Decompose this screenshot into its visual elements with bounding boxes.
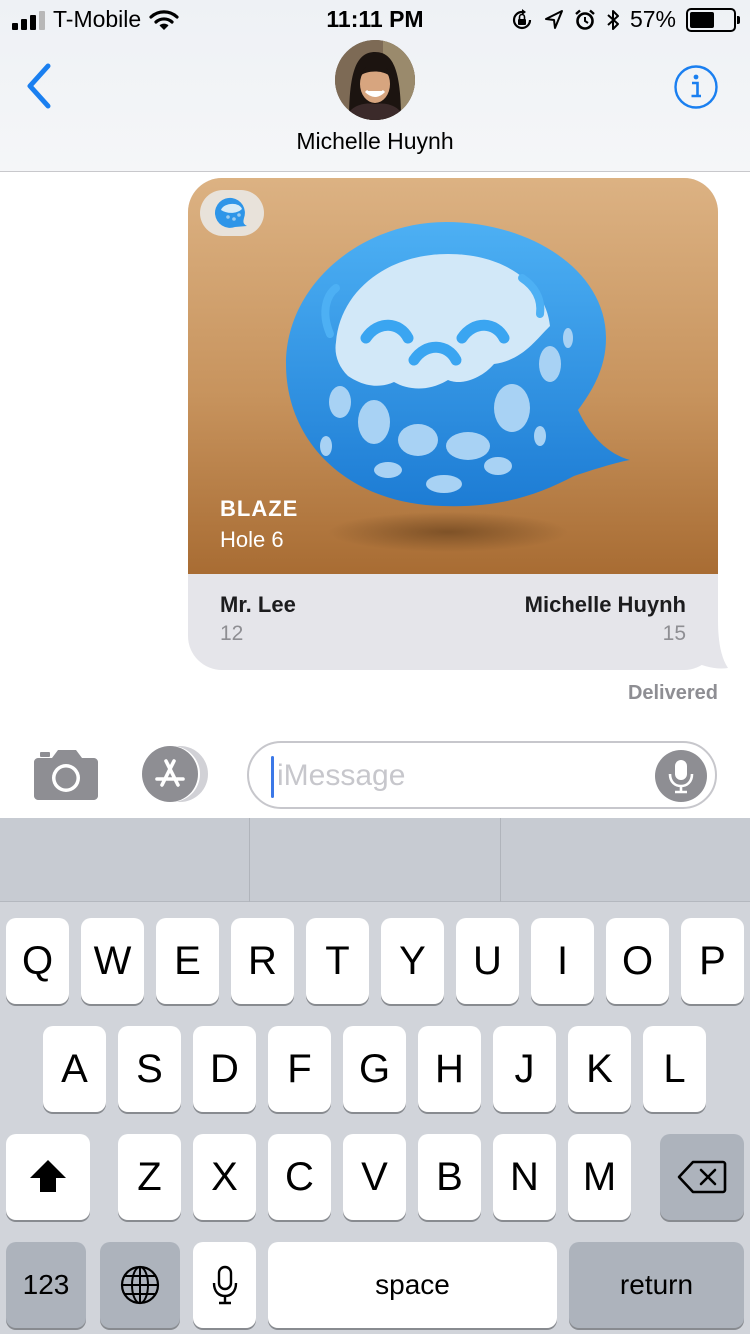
info-button[interactable] — [673, 64, 719, 110]
globe-key[interactable] — [100, 1242, 180, 1328]
delivery-status: Delivered — [627, 682, 718, 704]
key-t[interactable]: T — [306, 918, 369, 1004]
key-c[interactable]: C — [268, 1134, 331, 1220]
bluetooth-icon — [607, 9, 619, 30]
key-e[interactable]: E — [156, 918, 219, 1004]
game-title: BLAZE — [220, 496, 299, 521]
alarm-icon — [575, 9, 595, 30]
key-q[interactable]: Q — [6, 918, 69, 1004]
back-button[interactable] — [20, 60, 60, 112]
suggestion-bar — [0, 818, 750, 902]
game-subtitle: Hole 6 — [220, 527, 284, 552]
shift-key[interactable] — [6, 1134, 90, 1220]
space-key[interactable]: space — [268, 1242, 557, 1328]
status-right: 57% — [510, 6, 740, 33]
battery-icon — [686, 7, 740, 32]
avatar-photo — [335, 40, 415, 120]
dictation-key[interactable] — [193, 1242, 256, 1328]
golf-ball-bubble-art — [286, 222, 630, 552]
key-o[interactable]: O — [606, 918, 669, 1004]
game-card-image: BLAZE Hole 6 — [188, 178, 718, 574]
key-i[interactable]: I — [531, 918, 594, 1004]
key-n[interactable]: N — [493, 1134, 556, 1220]
game-message-bubble[interactable]: BLAZE Hole 6 Mr. Lee 12 Michelle Huynh 1… — [188, 178, 718, 670]
player1-score: 12 — [220, 622, 244, 645]
key-g[interactable]: G — [343, 1026, 406, 1112]
camera-icon — [34, 750, 98, 800]
backspace-key[interactable] — [660, 1134, 744, 1220]
key-d[interactable]: D — [193, 1026, 256, 1112]
score-area: Mr. Lee 12 Michelle Huynh 15 — [188, 574, 718, 670]
dictation-icon — [212, 1265, 237, 1305]
key-f[interactable]: F — [268, 1026, 331, 1112]
dictation-button[interactable] — [655, 750, 707, 802]
key-a[interactable]: A — [43, 1026, 106, 1112]
key-p[interactable]: P — [681, 918, 744, 1004]
key-u[interactable]: U — [456, 918, 519, 1004]
microphone-icon — [668, 760, 694, 794]
player2-name: Michelle Huynh — [524, 592, 686, 617]
key-j[interactable]: J — [493, 1026, 556, 1112]
suggestion-divider — [500, 818, 501, 902]
shift-icon — [30, 1160, 66, 1192]
conversation-header: T-Mobile 11:11 PM 57% Michelle Huynh — [0, 0, 750, 172]
app-store-button[interactable] — [140, 745, 212, 803]
globe-icon — [120, 1265, 160, 1305]
key-w[interactable]: W — [81, 918, 144, 1004]
key-b[interactable]: B — [418, 1134, 481, 1220]
key-x[interactable]: X — [193, 1134, 256, 1220]
player1-name: Mr. Lee — [220, 592, 296, 617]
app-store-icon — [142, 746, 208, 802]
golf-ball-bubble-icon — [214, 197, 247, 228]
suggestion-divider — [249, 818, 250, 902]
key-v[interactable]: V — [343, 1134, 406, 1220]
message-input[interactable]: iMessage — [247, 741, 717, 809]
text-cursor — [271, 756, 274, 798]
key-y[interactable]: Y — [381, 918, 444, 1004]
orientation-lock-icon — [512, 8, 532, 29]
app-badge — [200, 190, 264, 236]
camera-button[interactable] — [32, 746, 100, 802]
contact-name[interactable]: Michelle Huynh — [0, 128, 750, 155]
location-icon — [544, 9, 563, 29]
contact-avatar[interactable] — [335, 40, 415, 120]
player2-score: 15 — [662, 622, 686, 645]
key-s[interactable]: S — [118, 1026, 181, 1112]
numbers-key[interactable]: 123 — [6, 1242, 86, 1328]
return-key[interactable]: return — [569, 1242, 744, 1328]
status-bar: T-Mobile 11:11 PM 57% — [0, 0, 750, 40]
key-k[interactable]: K — [568, 1026, 631, 1112]
chevron-left-icon — [27, 63, 51, 109]
backspace-icon — [677, 1160, 727, 1194]
key-m[interactable]: M — [568, 1134, 631, 1220]
key-h[interactable]: H — [418, 1026, 481, 1112]
bubble-tail — [690, 620, 728, 669]
input-placeholder: iMessage — [277, 759, 406, 792]
key-l[interactable]: L — [643, 1026, 706, 1112]
keyboard: Q W E R T Y U I O P A S D F G H J K L Z … — [0, 818, 750, 1334]
key-z[interactable]: Z — [118, 1134, 181, 1220]
battery-percent: 57% — [629, 6, 676, 32]
key-r[interactable]: R — [231, 918, 294, 1004]
info-icon — [674, 65, 718, 109]
